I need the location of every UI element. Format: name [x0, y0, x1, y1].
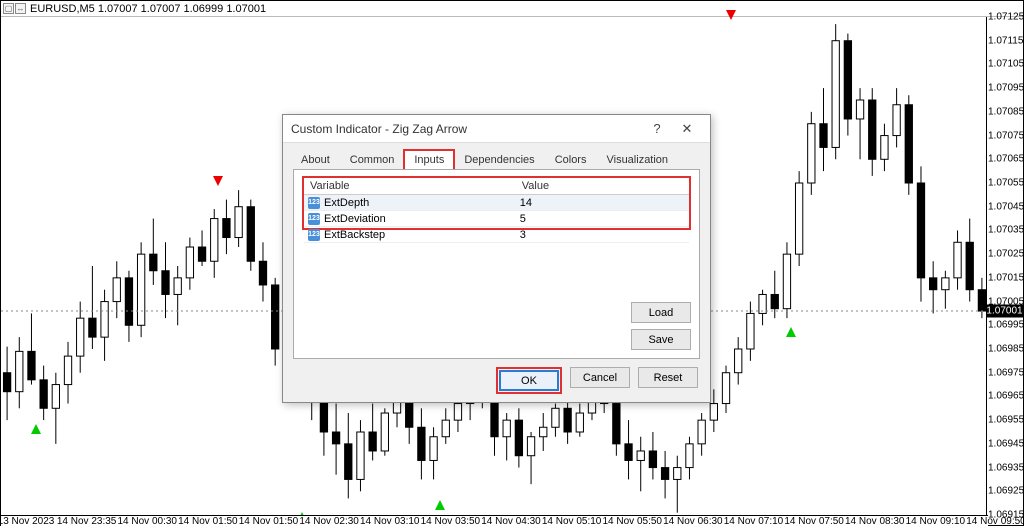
y-axis: 1.071251.071151.071051.070951.070851.070…: [986, 17, 1023, 515]
input-variable-value[interactable]: 5: [516, 213, 689, 225]
variable-icon: 123: [308, 213, 320, 225]
tab-about[interactable]: About: [291, 150, 340, 170]
x-tick: 13 Nov 2023: [0, 516, 54, 526]
input-row[interactable]: 123ExtDeviation5: [304, 211, 689, 227]
x-tick: 14 Nov 08:30: [845, 516, 905, 526]
variable-icon: 123: [308, 229, 320, 241]
chart-title-bar: ▢ ↔ EURUSD,M5 1.07007 1.07007 1.06999 1.…: [1, 1, 1023, 17]
y-tick: 1.06945: [988, 438, 1021, 449]
chart-quotes: 1.07007 1.07007 1.06999 1.07001: [98, 3, 266, 15]
tab-colors[interactable]: Colors: [545, 150, 597, 170]
x-tick: 14 Nov 03:50: [421, 516, 481, 526]
y-tick: 1.06935: [988, 462, 1021, 473]
load-button[interactable]: Load: [631, 302, 691, 323]
x-tick: 14 Nov 07:50: [784, 516, 844, 526]
zigzag-down-arrow-icon: [726, 10, 736, 20]
chart-symbol: EURUSD,M5: [30, 3, 95, 15]
y-tick: 1.07035: [988, 225, 1021, 236]
ok-button[interactable]: OK: [499, 370, 559, 391]
inputs-panel: Variable Value 123ExtDepth14123ExtDeviat…: [293, 169, 700, 359]
current-price-tag: 1.07001: [986, 305, 1023, 318]
cancel-button[interactable]: Cancel: [570, 367, 630, 388]
dialog-tabs: AboutCommonInputsDependenciesColorsVisua…: [283, 143, 710, 169]
y-tick: 1.06965: [988, 391, 1021, 402]
y-tick: 1.06985: [988, 344, 1021, 355]
chart-restore-icon[interactable]: ▢: [3, 3, 14, 14]
x-tick: 14 Nov 01:50: [178, 516, 238, 526]
zigzag-up-arrow-icon: [786, 327, 796, 337]
y-tick: 1.07075: [988, 130, 1021, 141]
input-row[interactable]: 123ExtBackstep3: [304, 227, 689, 243]
tab-inputs[interactable]: Inputs: [404, 150, 454, 170]
zigzag-down-arrow-icon: [213, 176, 223, 186]
input-row[interactable]: 123ExtDepth14: [304, 195, 689, 211]
x-tick: 14 Nov 04:30: [481, 516, 541, 526]
save-button[interactable]: Save: [631, 329, 691, 350]
y-tick: 1.07125: [988, 12, 1021, 23]
trading-terminal: ▢ ↔ EURUSD,M5 1.07007 1.07007 1.06999 1.…: [0, 0, 1024, 526]
input-variable-value[interactable]: 3: [516, 229, 689, 241]
input-variable-name: 123ExtBackstep: [304, 229, 516, 241]
y-tick: 1.06995: [988, 320, 1021, 331]
y-tick: 1.07115: [988, 35, 1021, 46]
x-tick: 14 Nov 07:10: [724, 516, 784, 526]
dialog-title: Custom Indicator - Zig Zag Arrow: [291, 122, 467, 136]
dialog-title-bar[interactable]: Custom Indicator - Zig Zag Arrow ? ✕: [283, 115, 710, 143]
zigzag-up-arrow-icon: [31, 424, 41, 434]
x-tick: 14 Nov 23:35: [57, 516, 117, 526]
column-value[interactable]: Value: [516, 178, 689, 194]
input-variable-name: 123ExtDepth: [304, 197, 516, 209]
y-tick: 1.06975: [988, 367, 1021, 378]
indicator-properties-dialog: Custom Indicator - Zig Zag Arrow ? ✕ Abo…: [282, 114, 711, 403]
y-tick: 1.07045: [988, 201, 1021, 212]
input-variable-value[interactable]: 14: [516, 197, 689, 209]
x-tick: 14 Nov 01:50: [239, 516, 299, 526]
close-icon[interactable]: ✕: [672, 118, 702, 140]
x-tick: 14 Nov 05:50: [603, 516, 663, 526]
x-tick: 14 Nov 09:10: [906, 516, 966, 526]
x-tick: 14 Nov 00:30: [118, 516, 178, 526]
y-tick: 1.07105: [988, 59, 1021, 70]
x-tick: 14 Nov 03:10: [360, 516, 420, 526]
tab-dependencies[interactable]: Dependencies: [454, 150, 544, 170]
zigzag-up-arrow-icon: [435, 500, 445, 510]
x-tick: 14 Nov 06:30: [663, 516, 723, 526]
y-tick: 1.07055: [988, 178, 1021, 189]
x-axis: 13 Nov 202314 Nov 23:3514 Nov 00:3014 No…: [1, 515, 988, 526]
y-tick: 1.06915: [988, 510, 1021, 521]
y-tick: 1.06925: [988, 486, 1021, 497]
y-tick: 1.07015: [988, 272, 1021, 283]
y-tick: 1.07025: [988, 249, 1021, 260]
chart-maximize-icon[interactable]: ↔: [15, 3, 26, 14]
y-tick: 1.07065: [988, 154, 1021, 165]
inputs-grid: Variable Value 123ExtDepth14123ExtDeviat…: [302, 176, 691, 230]
y-tick: 1.06955: [988, 415, 1021, 426]
x-tick: 14 Nov 02:30: [299, 516, 359, 526]
variable-icon: 123: [308, 197, 320, 209]
y-tick: 1.07085: [988, 106, 1021, 117]
help-icon[interactable]: ?: [642, 118, 672, 140]
column-variable[interactable]: Variable: [304, 178, 516, 194]
tab-common[interactable]: Common: [340, 150, 405, 170]
input-variable-name: 123ExtDeviation: [304, 213, 516, 225]
tab-visualization[interactable]: Visualization: [596, 150, 678, 170]
y-tick: 1.07095: [988, 83, 1021, 94]
reset-button[interactable]: Reset: [638, 367, 698, 388]
x-tick: 14 Nov 05:10: [542, 516, 602, 526]
